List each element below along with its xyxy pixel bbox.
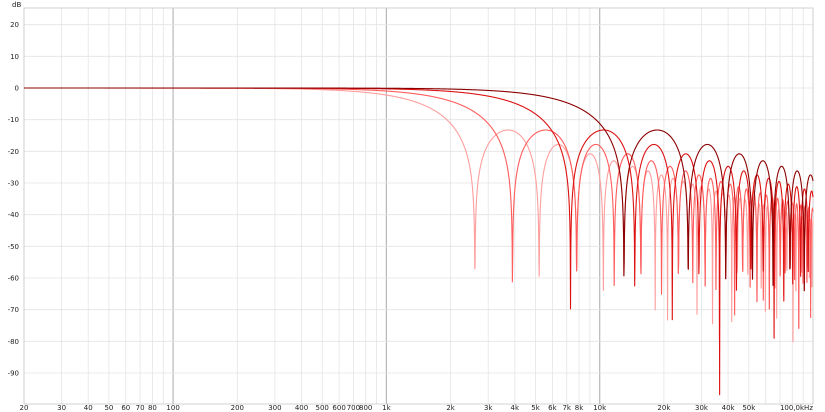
- x-tick-label: 8k: [575, 404, 584, 412]
- y-tick-label: -50: [8, 243, 19, 251]
- x-tick-label: 70: [136, 404, 145, 412]
- x-tick-label: 2k: [446, 404, 455, 412]
- x-tick-label: 50k: [742, 404, 756, 412]
- x-tick-label: 6k: [548, 404, 557, 412]
- y-tick-label: 10: [10, 53, 19, 61]
- x-tick-label: 30k: [695, 404, 709, 412]
- y-tick-label: -90: [8, 370, 19, 378]
- x-tick-label: 50: [104, 404, 113, 412]
- x-tick-label: 1k: [382, 404, 391, 412]
- x-tick-label: 30: [57, 404, 66, 412]
- y-tick-label: 0: [15, 85, 19, 93]
- x-tick-label: 40: [84, 404, 93, 412]
- y-axis-unit-label: dB: [12, 1, 21, 9]
- y-tick-label: -20: [8, 148, 19, 156]
- y-tick-label: -60: [8, 275, 19, 283]
- x-tick-label: 800: [359, 404, 372, 412]
- x-tick-label: 200: [231, 404, 244, 412]
- x-tick-label: 400: [295, 404, 308, 412]
- x-tick-label: 500: [316, 404, 329, 412]
- x-tick-label: 4k: [511, 404, 520, 412]
- x-tick-label: 7k: [562, 404, 571, 412]
- y-tick-label: -10: [8, 116, 19, 124]
- x-tick-label: 300: [268, 404, 281, 412]
- x-tick-label: 10k: [593, 404, 607, 412]
- y-tick-label: -30: [8, 180, 19, 188]
- y-tick-label: -80: [8, 338, 19, 346]
- x-tick-label: 3k: [484, 404, 493, 412]
- x-tick-label: 20k: [657, 404, 671, 412]
- y-tick-label: -70: [8, 306, 19, 314]
- x-tick-label: 100: [166, 404, 179, 412]
- x-tick-label: 100,0kHz: [780, 404, 813, 412]
- x-tick-label: 40k: [722, 404, 736, 412]
- y-tick-label: 20: [10, 21, 19, 29]
- x-tick-label: 80: [148, 404, 157, 412]
- x-tick-label: 600: [332, 404, 345, 412]
- frequency-response-chart: 20 30 40 50 60 70 80 100 200 300 400 500 600 700800 1k…: [0, 0, 825, 412]
- x-tick-label: 60: [121, 404, 130, 412]
- y-tick-label: -40: [8, 211, 19, 219]
- x-tick-label: 20: [20, 404, 29, 412]
- x-tick-label: 5k: [531, 404, 540, 412]
